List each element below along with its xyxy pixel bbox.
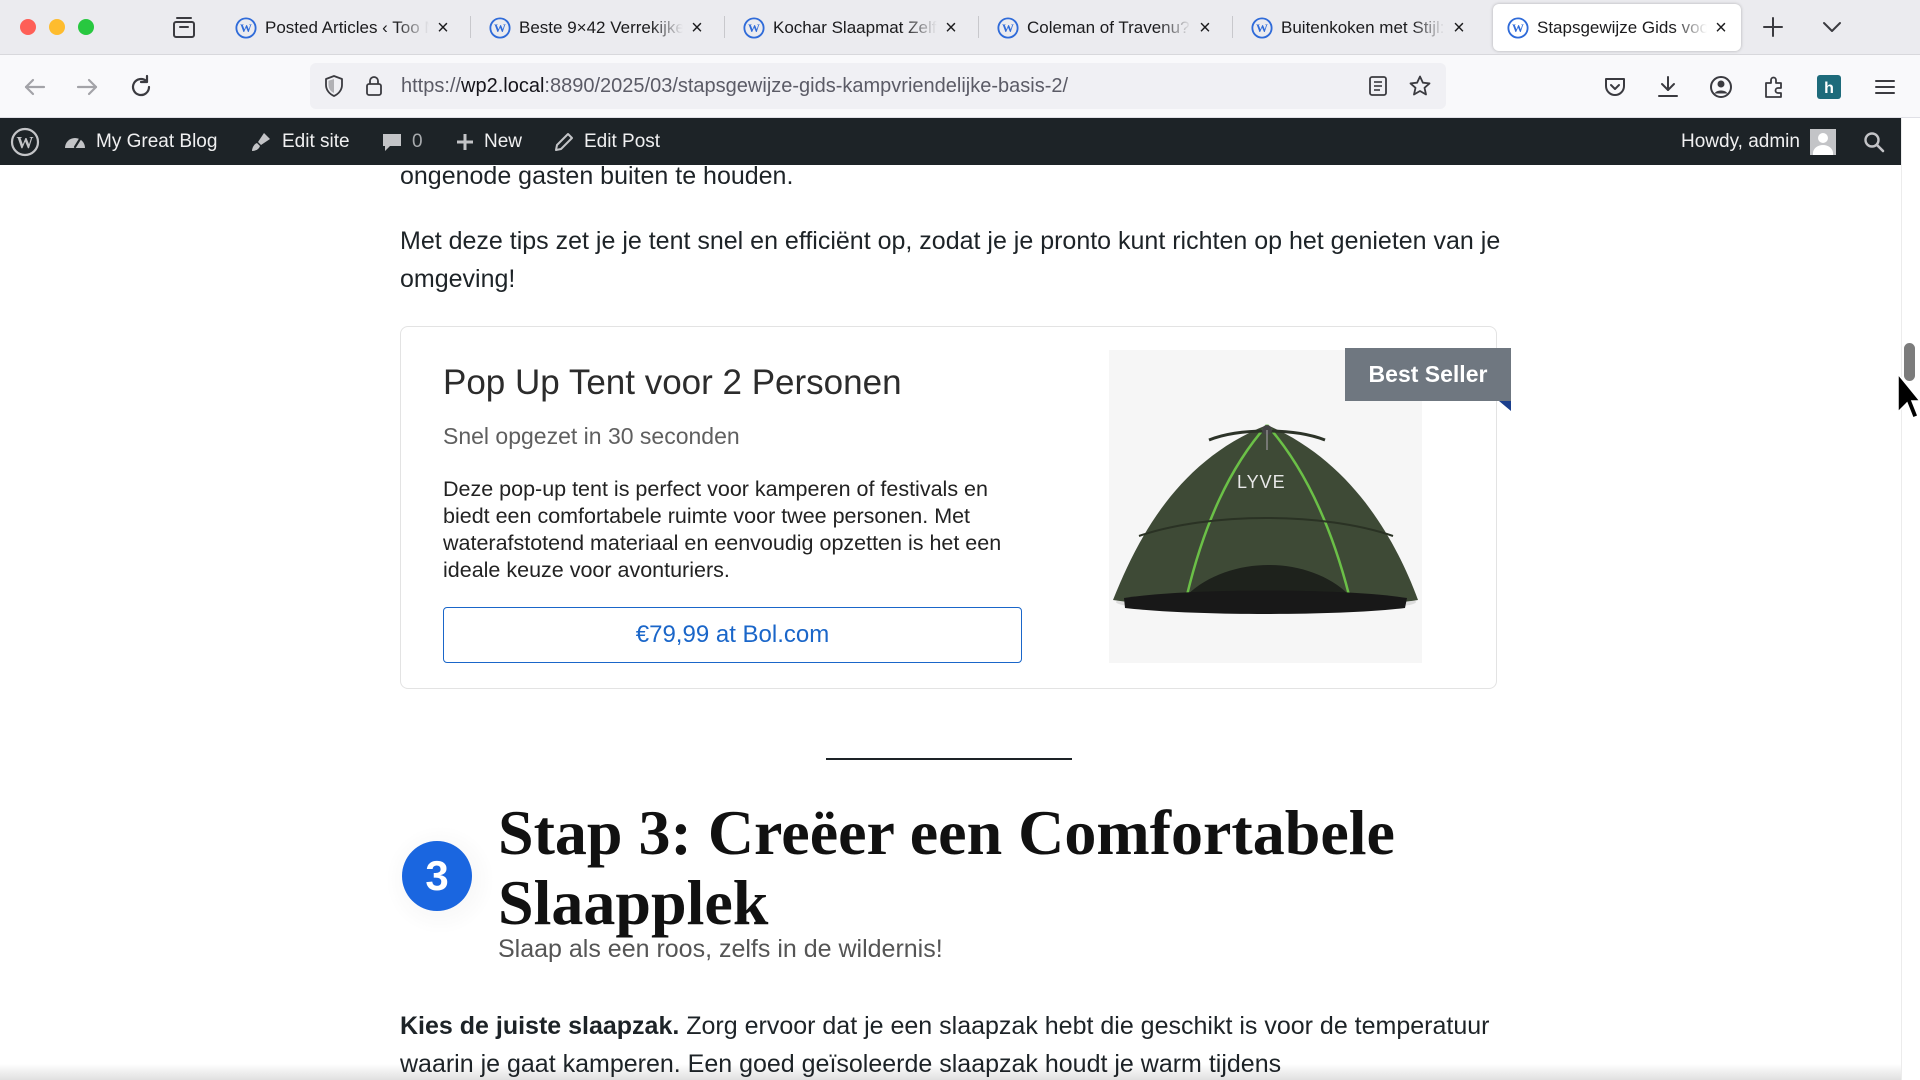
step-heading: 3 Stap 3: Creëer een Comfortabele Slaapp… (385, 798, 1535, 975)
page-content: ongenode gasten buiten te houden. Met de… (0, 165, 1901, 1080)
product-description: Deze pop-up tent is perfect voor kampere… (443, 477, 1002, 582)
browser-tab[interactable]: W Coleman of Travenu? De × (983, 4, 1225, 51)
search-icon (1864, 131, 1885, 152)
zoom-window-button[interactable] (78, 19, 94, 35)
comment-icon (383, 133, 401, 151)
browser-tab[interactable]: W Posted Articles ‹ Too Many × (221, 4, 463, 51)
wordpress-logo-icon: W (10, 127, 40, 156)
avatar (1809, 128, 1836, 155)
tab-title: Beste 9×42 Verrekijkers (519, 17, 683, 37)
account-icon[interactable] (1707, 73, 1735, 101)
edit-post-link[interactable]: Edit Post (553, 118, 660, 165)
back-arrow-icon[interactable] (21, 73, 49, 101)
buy-button[interactable]: €79,99 at Bol.com (443, 607, 1022, 663)
browser-tab[interactable]: W Buitenkoken met Stijl: De × (1237, 4, 1479, 51)
product-subtitle: Snel opgezet in 30 seconden (443, 423, 740, 449)
wordpress-icon: W (489, 16, 511, 39)
wordpress-icon: W (235, 16, 257, 39)
new-content-menu[interactable]: New (455, 118, 522, 165)
new-tab-icon[interactable] (1760, 14, 1786, 40)
lock-icon[interactable] (362, 74, 386, 98)
address-bar[interactable]: https://wp2.local:8890/2025/03/stapsgewi… (310, 63, 1446, 109)
comments-link[interactable]: 0 (381, 118, 423, 165)
wp-logo-menu[interactable]: W (10, 118, 49, 165)
browser-tab-active[interactable]: W Stapsgewijze Gids voor × (1493, 4, 1741, 51)
url-text[interactable]: https://wp2.local:8890/2025/03/stapsgewi… (401, 75, 1068, 98)
browser-nav-bar: https://wp2.local:8890/2025/03/stapsgewi… (0, 55, 1920, 118)
tab-title: Stapsgewijze Gids voor (1537, 17, 1707, 37)
svg-text:W: W (494, 21, 506, 35)
site-name-menu[interactable]: My Great Blog (63, 118, 217, 165)
extension-app-icon[interactable]: h (1815, 73, 1843, 101)
wordpress-icon: W (1507, 16, 1529, 39)
brush-icon (252, 132, 270, 151)
minimize-window-button[interactable] (49, 19, 65, 35)
page-scrollbar[interactable] (1901, 118, 1920, 1080)
svg-text:W: W (1512, 21, 1524, 35)
hamburger-menu-icon[interactable] (1871, 73, 1899, 101)
plus-icon (457, 133, 473, 150)
browser-tab[interactable]: W Beste 9×42 Verrekijkers × (475, 4, 717, 51)
close-tab-icon[interactable]: × (941, 18, 961, 38)
paragraph-partial: ongenode gasten buiten te houden. (400, 165, 794, 190)
wp-admin-bar: W My Great Blog Edit site 0 New Edit Pos… (0, 118, 1901, 165)
dashboard-icon (65, 137, 85, 148)
admin-search[interactable] (1862, 118, 1895, 165)
tab-manager-icon[interactable] (171, 14, 197, 40)
close-tab-icon[interactable]: × (1195, 18, 1215, 38)
step-number-badge: 3 (402, 841, 472, 911)
chevron-down-icon[interactable] (1819, 14, 1845, 40)
tab-title: Kochar Slaapmat Zelfopblazend (773, 17, 937, 37)
close-tab-icon[interactable]: × (687, 18, 707, 38)
product-title: Pop Up Tent voor 2 Personen (443, 363, 902, 402)
tab-title: Buitenkoken met Stijl: De (1281, 17, 1445, 37)
reader-view-icon[interactable] (1366, 74, 1390, 98)
tab-title: Coleman of Travenu? De (1027, 17, 1191, 37)
step-subtitle: Slaap als een roos, zelfs in de wilderni… (498, 935, 943, 963)
browser-tab-strip: W Posted Articles ‹ Too Many × W Beste 9… (0, 0, 1920, 55)
bookmark-star-icon[interactable] (1408, 74, 1432, 98)
close-window-button[interactable] (20, 19, 36, 35)
pencil-icon (555, 132, 573, 151)
step-title: Stap 3: Creëer een Comfortabele Slaapple… (498, 797, 1395, 938)
badge-ribbon-fold (1499, 401, 1511, 411)
my-account-menu[interactable]: Howdy, admin (1681, 118, 1836, 165)
wordpress-icon: W (1251, 16, 1273, 39)
browser-tab[interactable]: W Kochar Slaapmat Zelfopblazend × (729, 4, 971, 51)
downloads-icon[interactable] (1654, 73, 1682, 101)
mouse-cursor-icon (1897, 372, 1920, 419)
pocket-icon[interactable] (1601, 73, 1629, 101)
wordpress-icon: W (743, 16, 765, 39)
svg-text:W: W (748, 21, 760, 35)
close-tab-icon[interactable]: × (1711, 18, 1731, 38)
edit-site-link[interactable]: Edit site (249, 118, 350, 165)
tab-title: Posted Articles ‹ Too Many (265, 17, 429, 37)
reload-icon[interactable] (127, 73, 155, 101)
tent-brand-label: LYVE (1237, 472, 1286, 492)
forward-arrow-icon[interactable] (73, 73, 101, 101)
svg-text:W: W (1002, 21, 1014, 35)
svg-text:W: W (1256, 21, 1268, 35)
best-seller-badge: Best Seller (1345, 348, 1511, 401)
wordpress-icon: W (997, 16, 1019, 39)
product-box: Pop Up Tent voor 2 Personen Snel opgezet… (400, 326, 1511, 689)
close-tab-icon[interactable]: × (433, 18, 453, 38)
svg-text:W: W (17, 133, 34, 152)
paragraph-tips: Met deze tips zet je je tent snel en eff… (400, 227, 1501, 293)
extensions-icon[interactable] (1760, 73, 1788, 101)
svg-text:h: h (1824, 80, 1834, 97)
shield-icon[interactable] (322, 74, 346, 98)
svg-text:W: W (240, 21, 252, 35)
section-divider (826, 758, 1072, 760)
close-tab-icon[interactable]: × (1449, 18, 1469, 38)
